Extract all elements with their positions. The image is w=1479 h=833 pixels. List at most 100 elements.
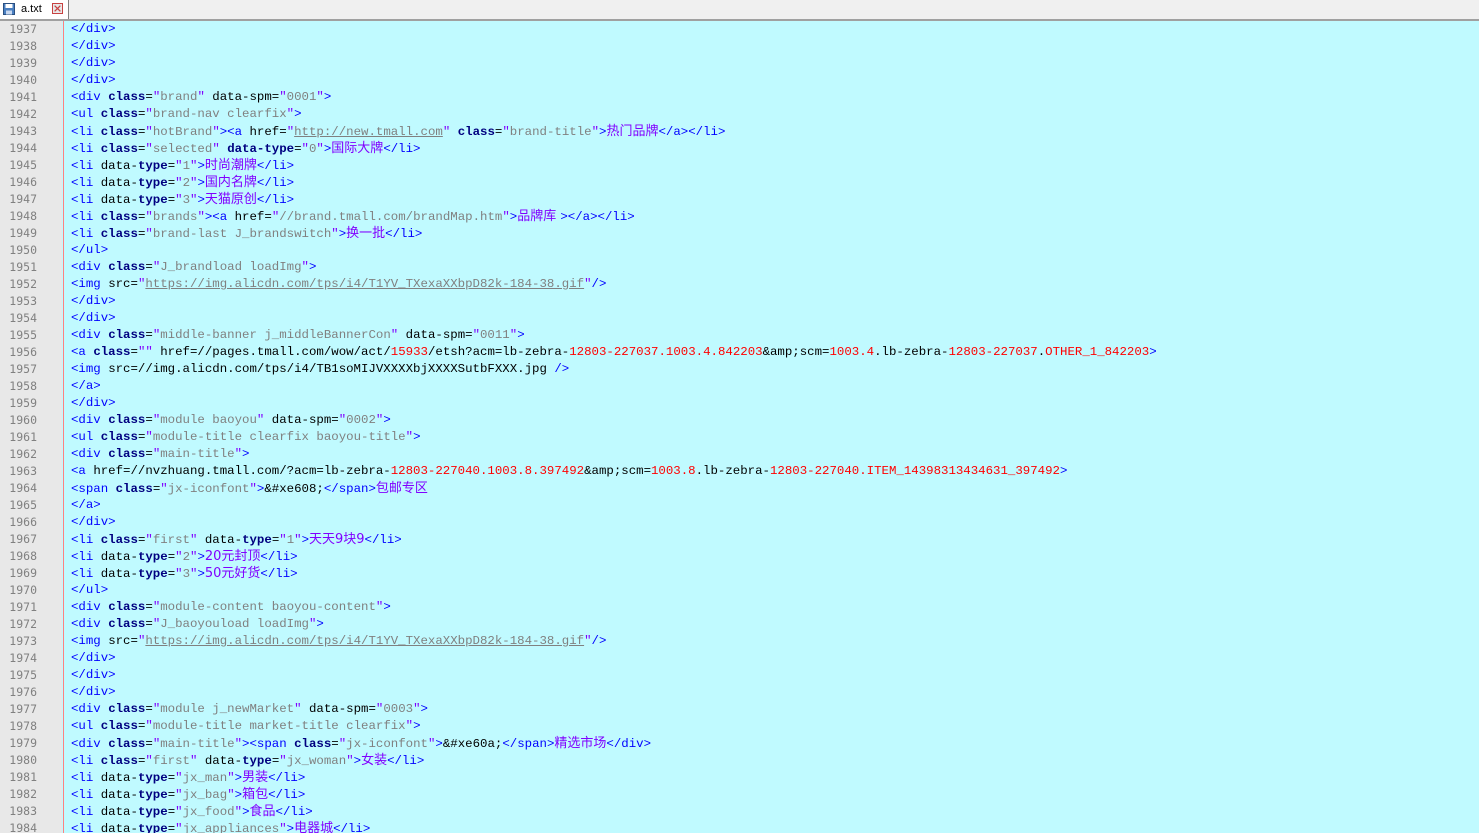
code-line[interactable]: 1952 <img src= "https://img.alicdn.com/tps… [0,276,1479,293]
code-line[interactable]: 1950 </ul> [0,242,1479,259]
code-line[interactable]: 1974 </div> [0,650,1479,667]
code-line[interactable]: 1960 <div class="module baoyou" data-spm=… [0,412,1479,429]
code-line[interactable]: 1940 </div> [0,72,1479,89]
code-token: = [167,550,176,564]
code-line[interactable]: 1951 <div class="J_brandload loadImg"> [0,259,1479,276]
code-line[interactable]: 1970 </ul> [0,582,1479,599]
code-line[interactable]: 1953 </div> [0,293,1479,310]
code-token: href= [249,125,287,139]
code-token: jx_food [182,805,235,819]
code-token: 国内名牌 [204,175,257,190]
code-token: <li [71,567,101,581]
code-line[interactable]: 1967 <li class="first" data-type="1">天天9块… [0,531,1479,548]
code-line[interactable]: 1973 <img src= "https://img.alicdn.com/tps… [0,633,1479,650]
code-line[interactable]: 1939 </div> [0,55,1479,72]
code-editor[interactable]: 1937 </div> 1938 </div> 1939 </div> 1940 </div>… [0,21,1479,833]
code-token: type [242,533,272,547]
code-line[interactable]: 1965 </a> [0,497,1479,514]
code-token: " [175,159,183,173]
code-token: " [145,754,153,768]
code-line[interactable]: 1947 <li data-type="3">天猫原创</li> [0,191,1479,208]
code-token: J_brandload loadImg [160,260,302,274]
code-line[interactable]: 1984 <li data-type="jx_appliances">电器城</l… [0,820,1479,833]
code-line[interactable]: 1941 <div class="brand" data-spm="0001"> [0,89,1479,106]
code-line[interactable]: 1957 <img src=//img.alicdn.com/tps/i4/TB1… [0,361,1479,378]
code-line[interactable]: 1938 </div> [0,38,1479,55]
code-line[interactable]: 1958 </a> [0,378,1479,395]
code-token: class [100,719,138,733]
code-token: " [175,771,183,785]
code-line[interactable]: 1944 <li class="selected" data-type="0">国… [0,140,1479,157]
code-line[interactable]: 1972 <div class="J_baoyouload loadImg"> [0,616,1479,633]
code-token: data- [100,567,138,581]
code-token: class [100,754,138,768]
close-icon[interactable] [52,3,63,14]
code-token: " [175,822,183,833]
code-line[interactable]: 1945 <li data-type="1">时尚潮牌</li> [0,157,1479,174]
code-token: ><a [204,210,235,224]
code-text: <li data-type="2">20元封顶</li> [71,548,298,566]
code-token: " [227,771,235,785]
code-line[interactable]: 1978 <ul class="module-title market-title… [0,718,1479,735]
code-token: </div> [71,668,116,682]
save-icon [3,3,15,15]
code-line[interactable]: 1981 <li data-type="jx_man">男装</li> [0,769,1479,786]
code-line[interactable]: 1977 <div class="module j_newMarket" data… [0,701,1479,718]
code-text: </ul> [71,582,108,599]
code-line[interactable]: 1954 </div> [0,310,1479,327]
code-text: <ul class="module-title market-title cle… [71,718,421,735]
code-line[interactable]: 1968 <li data-type="2">20元封顶</li> [0,548,1479,565]
code-token: data-spm= [264,413,339,427]
code-line[interactable]: 1943 <li class="hotBrand"><a href="http:/… [0,123,1479,140]
code-line[interactable]: 1962 <div class="main-title"> [0,446,1479,463]
code-text: <div class="module-content baoyou-conten… [71,599,391,616]
code-line[interactable]: 1949 <li class="brand-last J_brandswitch"… [0,225,1479,242]
code-token: " [413,702,421,716]
code-line[interactable]: 1971 <div class="module-content baoyou-co… [0,599,1479,616]
code-line[interactable]: 1982 <li data-type="jx_bag">箱包</li> [0,786,1479,803]
code-line[interactable]: 1948 <li class="brands"><a href="//brand.… [0,208,1479,225]
code-line[interactable]: 1980 <li class="first" data-type="jx_woma… [0,752,1479,769]
code-line[interactable]: 1976 </div> [0,684,1479,701]
code-line[interactable]: 1961 <ul class="module-title clearfix bao… [0,429,1479,446]
code-token: " [175,550,183,564]
code-line[interactable]: 1959 </div> [0,395,1479,412]
code-token: class [108,600,146,614]
code-token: </li> [383,142,421,156]
code-token: 1 [286,533,295,547]
code-token: <li [71,550,101,564]
code-token: /> [554,362,570,376]
code-line[interactable]: 1955 <div class= " middle-banner j_middleBa… [0,327,1479,344]
code-token: </div> [71,311,116,325]
code-token: <div [71,737,109,751]
code-text: <img src=//img.alicdn.com/tps/i4/TB1soMI… [71,361,569,378]
code-token: " [145,142,153,156]
code-token: " [331,227,339,241]
code-token: data- [100,771,138,785]
line-number: 1978 [9,719,37,733]
code-token: </div> [71,685,116,699]
code-line[interactable]: 1964 <span class="jx-iconfont">&#xe608;</… [0,480,1479,497]
code-line[interactable]: 1942 <ul class="brand-nav clearfix"> [0,106,1479,123]
code-token: = [167,771,176,785]
code-text: </a> [71,497,101,514]
file-tab[interactable]: a.txt [0,0,69,19]
code-line[interactable]: 1956 <a class="" href=//pages.tmall.com/w… [0,344,1479,361]
code-line[interactable]: 1946 <li data-type="2">国内名牌</li> [0,174,1479,191]
code-token: " [502,210,510,224]
code-line[interactable]: 1937 </div> [0,21,1479,38]
code-token: </li> [385,227,423,241]
code-token: <a [71,345,94,359]
code-token: = [130,345,138,359]
code-line[interactable]: 1975 </div> [0,667,1479,684]
code-line[interactable]: 1963 <a href=//nvzhuang.tmall.com/?acm=lb… [0,463,1479,480]
code-text: <li data-type="2">国内名牌</li> [71,174,294,192]
code-line[interactable]: 1983 <li data-type="jx_food">食品</li> [0,803,1479,820]
code-token: </div> [71,396,116,410]
code-line[interactable]: 1966 </div> [0,514,1479,531]
code-token: data- [100,822,138,833]
code-token: " [234,737,243,751]
code-line[interactable]: 1969 <li data-type="3">50元好货</li> [0,565,1479,582]
code-line[interactable]: 1979 <div class="main-title"><span class=… [0,735,1479,752]
line-number: 1955 [9,328,37,342]
